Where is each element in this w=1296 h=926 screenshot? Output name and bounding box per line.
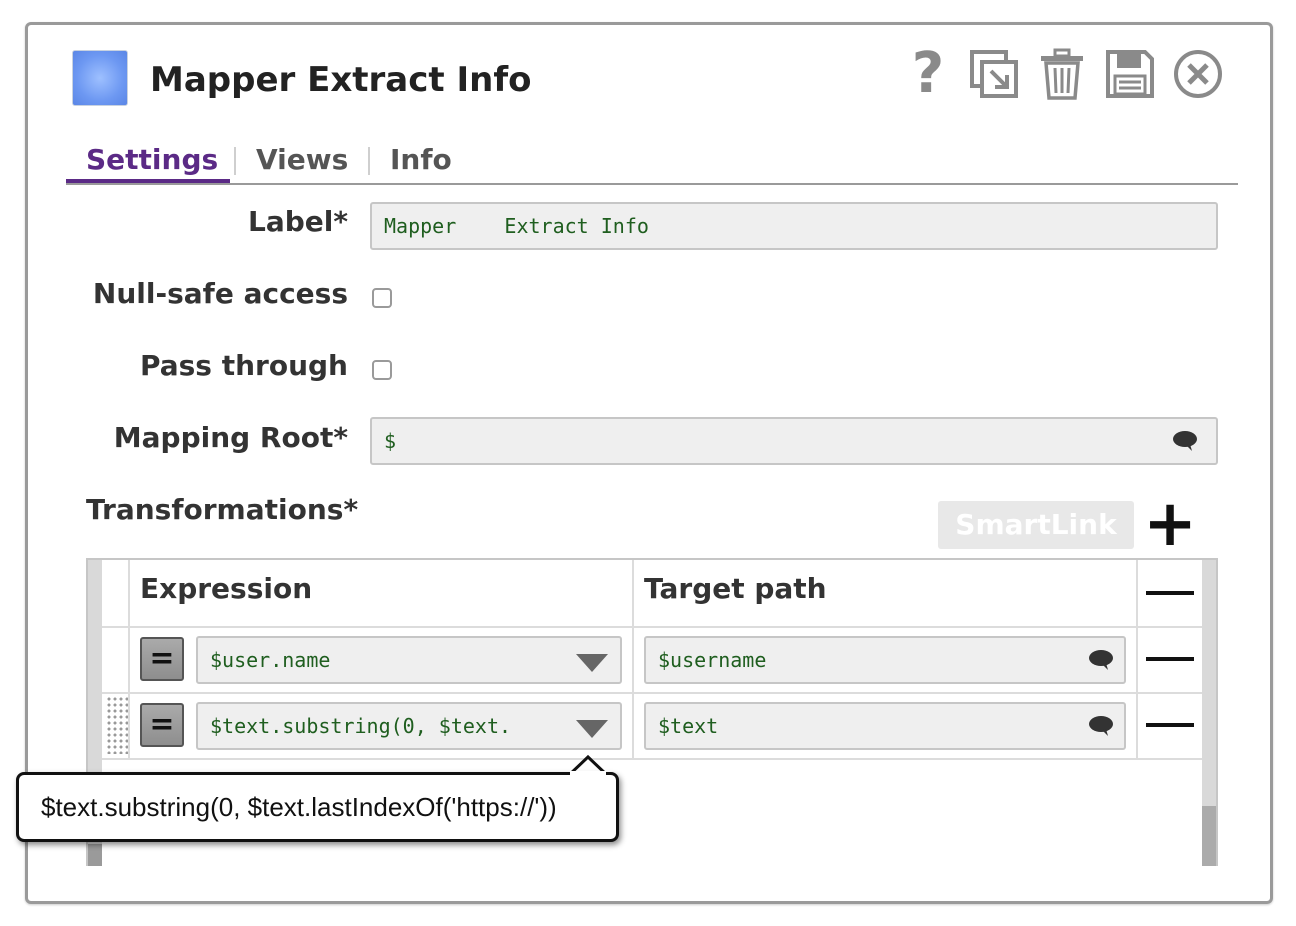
tab-info[interactable]: Info — [390, 137, 452, 183]
pass-through-checkbox[interactable] — [372, 360, 392, 380]
close-icon[interactable] — [1172, 47, 1224, 101]
column-divider — [1136, 560, 1138, 758]
expression-tooltip: $text.substring(0, $text.lastIndexOf('ht… — [16, 772, 619, 842]
expression-input[interactable]: $text.substring(0, $text. — [196, 702, 622, 750]
expression-bubble-icon[interactable] — [1172, 430, 1198, 452]
remove-row-button[interactable] — [1146, 657, 1194, 661]
remove-all-button[interactable] — [1146, 591, 1194, 595]
tooltip-arrow-joint — [570, 771, 606, 776]
null-safe-checkbox[interactable] — [372, 288, 392, 308]
trash-icon[interactable] — [1036, 47, 1088, 101]
remove-row-button[interactable] — [1146, 723, 1194, 727]
tab-separator — [368, 147, 370, 175]
tab-settings[interactable]: Settings — [86, 137, 218, 183]
add-row-button[interactable]: + — [1142, 492, 1198, 556]
tab-views[interactable]: Views — [256, 137, 348, 183]
null-safe-label: Null-safe access — [92, 277, 348, 310]
expression-column-header: Expression — [140, 572, 313, 605]
tab-bar: Settings Views Info — [66, 137, 1238, 185]
mapping-root-input[interactable]: $ — [370, 417, 1218, 465]
expression-bubble-icon[interactable] — [1088, 715, 1114, 737]
help-glyph: ? — [911, 41, 945, 106]
dialog-title: Mapper Extract Info — [150, 60, 532, 100]
dropdown-arrow-icon[interactable] — [576, 654, 608, 674]
expression-toggle-button[interactable]: = — [140, 637, 184, 681]
row-divider — [102, 758, 1202, 760]
column-divider — [128, 560, 130, 758]
export-icon[interactable] — [968, 47, 1020, 101]
tab-separator — [234, 147, 236, 175]
row-divider — [102, 626, 1202, 628]
expression-toggle-button[interactable]: = — [140, 703, 184, 747]
help-icon[interactable]: ? — [902, 41, 954, 106]
smartlink-button[interactable]: SmartLink — [938, 501, 1134, 549]
target-path-input[interactable]: $text — [644, 702, 1126, 750]
column-divider — [632, 560, 634, 758]
pass-through-label: Pass through — [139, 349, 348, 382]
active-tab-underline — [66, 179, 230, 183]
expression-bubble-icon[interactable] — [1088, 649, 1114, 671]
scrollbar-thumb[interactable] — [1202, 806, 1216, 866]
expression-input[interactable]: $user.name — [196, 636, 622, 684]
row-divider — [102, 692, 1202, 694]
target-path-input[interactable]: $username — [644, 636, 1126, 684]
label-input[interactable]: Mapper Extract Info — [370, 202, 1218, 250]
drag-handle-icon[interactable] — [106, 696, 128, 754]
label-field-label: Label* — [247, 205, 348, 238]
mapping-root-label: Mapping Root* — [113, 421, 348, 454]
transformations-label: Transformations* — [86, 493, 359, 526]
dropdown-arrow-icon[interactable] — [576, 720, 608, 740]
snap-type-icon — [72, 50, 128, 106]
target-path-column-header: Target path — [644, 572, 827, 605]
save-icon[interactable] — [1104, 47, 1156, 101]
left-gutter-end — [88, 844, 102, 866]
